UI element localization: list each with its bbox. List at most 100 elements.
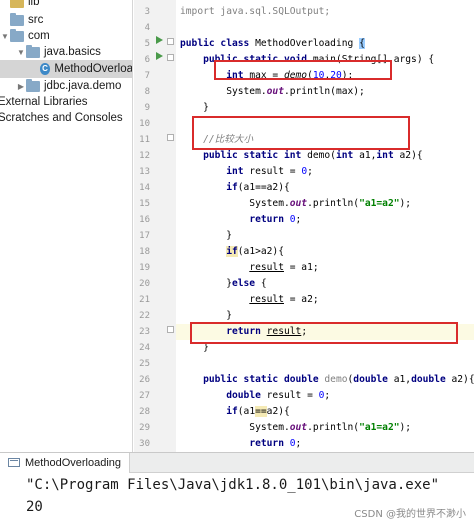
code-token: ; xyxy=(295,214,302,225)
chevron-down-icon[interactable]: ▼ xyxy=(16,48,26,57)
fold-icon[interactable] xyxy=(167,134,174,141)
code-line: result = a1; xyxy=(180,260,318,276)
package-icon xyxy=(10,28,24,42)
code-token: ; xyxy=(295,438,302,449)
console-icon xyxy=(8,458,20,467)
code-line: public static double demo(double a1,doub… xyxy=(180,372,474,388)
code-token: = a2; xyxy=(283,294,319,305)
line-number: 27 xyxy=(139,391,150,401)
tree-item-java-basics[interactable]: ▼ java.basics xyxy=(16,43,101,61)
folder-icon xyxy=(10,0,24,8)
code-token: int xyxy=(335,150,360,161)
code-token: result xyxy=(249,262,284,273)
code-line: double result = 0; xyxy=(180,388,330,404)
tree-item-methodoverloading[interactable]: C MethodOverloa xyxy=(0,60,133,78)
code-token: "a1=a2" xyxy=(359,422,400,433)
code-token: } xyxy=(180,310,232,321)
tree-item-label: src xyxy=(28,14,44,26)
code-token: ; xyxy=(307,166,313,177)
chevron-right-icon[interactable]: ▶ xyxy=(16,82,26,91)
code-token: demo xyxy=(324,374,348,385)
run-tab-methodoverloading[interactable]: MethodOverloading xyxy=(0,452,131,473)
code-token: result xyxy=(249,294,284,305)
code-token: ); xyxy=(399,422,412,433)
tree-item-label: java.basics xyxy=(44,46,101,58)
code-token: double xyxy=(226,390,267,401)
code-token: out xyxy=(266,86,284,97)
code-line: if(a1==a2){ xyxy=(180,180,290,196)
run-class-icon[interactable] xyxy=(156,36,163,44)
code-line: public class MethodOverloading { xyxy=(180,36,365,52)
code-line: } xyxy=(180,228,232,244)
code-line: import java.sql.SQLOutput; xyxy=(180,4,330,20)
code-token: { xyxy=(260,278,267,289)
console-command-line: "C:\Program Files\Java\jdk1.8.0_101\bin\… xyxy=(26,477,440,493)
tree-item-label: Scratches and Consoles xyxy=(0,112,123,124)
code-token: int xyxy=(376,150,400,161)
code-line: System.out.println("a1=a2"); xyxy=(180,420,411,436)
code-token: (a1>a2){ xyxy=(237,246,284,257)
code-line: } xyxy=(180,100,209,116)
code-line: System.out.println("a1=a2"); xyxy=(180,196,411,212)
code-line: return 0; xyxy=(180,436,301,452)
tree-item-lib[interactable]: lib xyxy=(0,0,40,11)
code-token: if xyxy=(226,406,238,417)
code-line: }else { xyxy=(180,276,267,292)
annotation-box-int-demo xyxy=(192,116,410,150)
fold-icon[interactable] xyxy=(167,326,174,333)
line-number: 28 xyxy=(139,407,150,417)
tree-item-label: jdbc.java.demo xyxy=(44,80,122,92)
annotation-box-call xyxy=(214,60,392,80)
chevron-down-icon[interactable]: ▼ xyxy=(0,32,10,41)
editor-gutter: 3 4 5 6 7 8 9 10 11 12 13 14 15 16 17 18 19 20 21 22 23 24 25 2… xyxy=(134,0,176,513)
code-token: import java.sql.SQLOutput; xyxy=(180,6,331,17)
run-tabs: MethodOverloading xyxy=(0,452,474,473)
code-line: if(a1>a2){ xyxy=(180,244,284,260)
line-number: 15 xyxy=(139,199,150,209)
line-number: 4 xyxy=(144,23,150,33)
code-line: if(a1==a2){ xyxy=(180,404,290,420)
code-line: result = a2; xyxy=(180,292,319,308)
package-icon xyxy=(26,44,40,58)
tree-item-label: MethodOverloa xyxy=(54,63,133,75)
code-token: public static double xyxy=(203,374,325,385)
fold-icon[interactable] xyxy=(167,38,174,45)
code-token: result = xyxy=(249,166,302,177)
code-token: demo( xyxy=(307,150,336,161)
line-number: 16 xyxy=(139,215,150,225)
code-token: } xyxy=(180,278,232,289)
code-token: .println( xyxy=(307,198,360,209)
code-token: double xyxy=(353,374,394,385)
code-token: if xyxy=(226,182,238,193)
watermark: CSDN @我的世界不渺小 xyxy=(354,509,466,520)
code-line: System.out.println(max); xyxy=(180,84,365,100)
code-token: "a1=a2" xyxy=(359,198,400,209)
console-output-line: 20 xyxy=(26,499,43,515)
fold-icon[interactable] xyxy=(167,54,174,61)
code-line: return 0; xyxy=(180,212,301,228)
code-token: a1, xyxy=(359,150,377,161)
run-main-icon[interactable] xyxy=(156,52,163,60)
code-token: return xyxy=(249,214,290,225)
code-token: (a1==a2){ xyxy=(237,182,290,193)
code-token: { xyxy=(359,38,365,49)
annotation-box-double-demo xyxy=(190,322,458,344)
line-number: 13 xyxy=(139,167,150,177)
code-editor[interactable]: import java.sql.SQLOutput; public class M… xyxy=(176,0,474,452)
tree-item-scratches-and-consoles[interactable]: Scratches and Consoles xyxy=(0,109,123,127)
code-token: int xyxy=(226,166,250,177)
line-number: 22 xyxy=(139,311,150,321)
code-token: a2){ xyxy=(266,406,290,417)
code-token: a2){ xyxy=(451,374,474,385)
run-panel: MethodOverloading "C:\Program Files\Java… xyxy=(0,452,474,526)
line-number: 3 xyxy=(144,7,150,17)
code-token: .println(max); xyxy=(283,86,365,97)
code-token: if xyxy=(226,246,238,257)
code-token: out xyxy=(289,198,308,209)
package-icon xyxy=(26,78,40,92)
